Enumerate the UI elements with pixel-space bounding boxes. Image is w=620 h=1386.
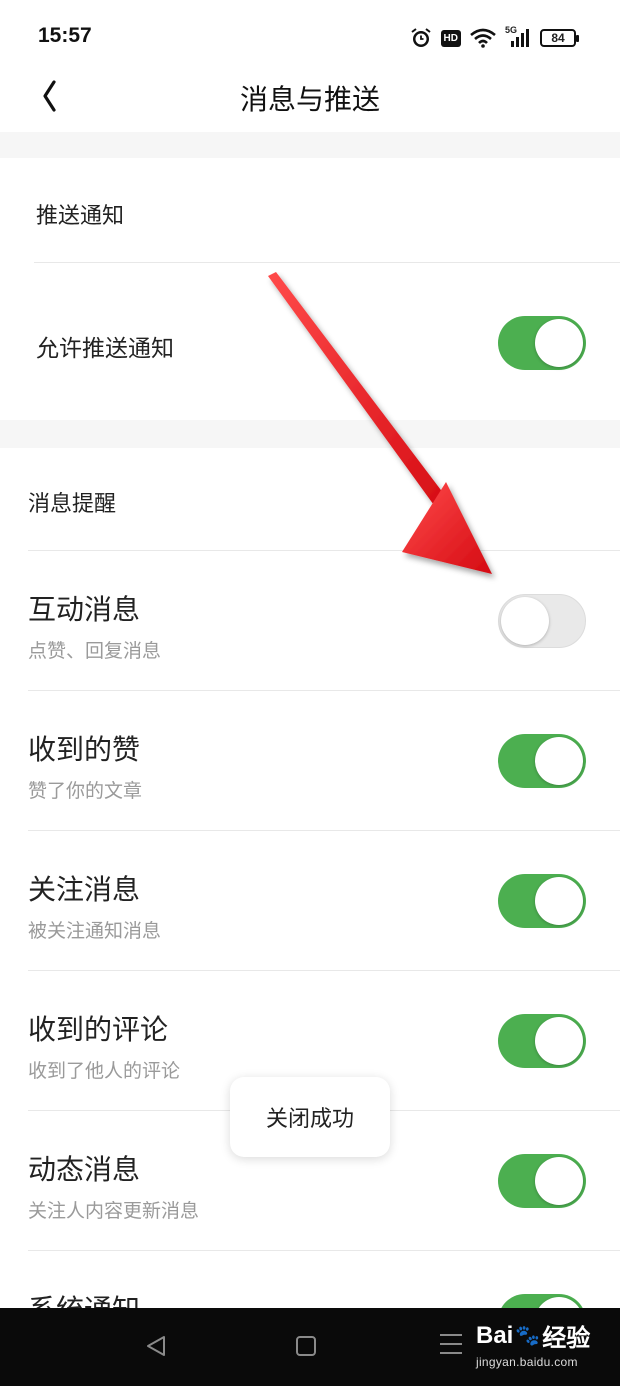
likes-toggle[interactable] xyxy=(498,734,586,788)
follow-toggle[interactable] xyxy=(498,874,586,928)
signal-icon xyxy=(511,29,529,47)
toggle-knob xyxy=(535,877,583,925)
allow-push-toggle[interactable] xyxy=(498,316,586,370)
allow-push-label: 允许推送通知 xyxy=(36,336,174,362)
annotation-arrow-icon xyxy=(268,272,492,574)
watermark-logo-left: Bai xyxy=(476,1321,514,1349)
row-subtitle-activity: 关注人内容更新消息 xyxy=(28,1200,200,1222)
divider xyxy=(28,970,620,971)
toast-message: 关闭成功 xyxy=(230,1077,390,1157)
system-nav-bar: Bai 🐾 经验 jingyan.baidu.com xyxy=(0,1308,620,1386)
divider xyxy=(28,830,620,831)
row-subtitle-interaction: 点赞、回复消息 xyxy=(28,640,162,662)
section-header-reminders: 消息提醒 xyxy=(28,492,117,517)
nav-back-icon[interactable] xyxy=(144,1334,168,1358)
row-title-likes: 收到的赞 xyxy=(28,733,141,766)
toggle-knob xyxy=(535,737,583,785)
row-title-follow: 关注消息 xyxy=(28,873,141,906)
comments-toggle[interactable] xyxy=(498,1014,586,1068)
nav-home-icon[interactable] xyxy=(296,1336,316,1356)
watermark-url: jingyan.baidu.com xyxy=(476,1355,578,1369)
baidu-watermark: Bai 🐾 经验 jingyan.baidu.com xyxy=(476,1318,591,1370)
watermark-logo-right: 经验 xyxy=(542,1325,591,1352)
section-gap xyxy=(0,132,620,158)
row-subtitle-likes: 赞了你的文章 xyxy=(28,780,143,802)
row-title-activity: 动态消息 xyxy=(28,1153,141,1186)
nav-menu-icon[interactable] xyxy=(440,1334,462,1361)
status-icons: HD 5G 84 xyxy=(410,24,579,52)
status-time: 15:57 xyxy=(38,24,92,47)
toggle-knob xyxy=(535,1157,583,1205)
interaction-toggle[interactable] xyxy=(498,594,586,648)
wifi-icon xyxy=(470,28,496,48)
activity-toggle[interactable] xyxy=(498,1154,586,1208)
row-subtitle-comments: 收到了他人的评论 xyxy=(28,1060,181,1082)
row-subtitle-follow: 被关注通知消息 xyxy=(28,920,162,942)
row-title-interaction: 互动消息 xyxy=(28,593,141,626)
divider xyxy=(34,262,620,263)
toggle-knob xyxy=(535,1017,583,1065)
toggle-knob xyxy=(535,319,583,367)
row-title-comments: 收到的评论 xyxy=(28,1013,169,1046)
section-header-push: 推送通知 xyxy=(36,204,125,229)
alarm-icon xyxy=(410,28,431,47)
page-title: 消息与推送 xyxy=(239,83,380,116)
signal-indicator: 5G xyxy=(505,25,531,49)
divider xyxy=(28,690,620,691)
nav-bar: 消息与推送 xyxy=(0,60,620,132)
toggle-knob xyxy=(501,597,549,645)
battery-indicator: 84 xyxy=(540,29,579,47)
hd-badge: HD xyxy=(440,29,461,47)
divider xyxy=(28,1250,620,1251)
paw-icon: 🐾 xyxy=(515,1325,541,1347)
